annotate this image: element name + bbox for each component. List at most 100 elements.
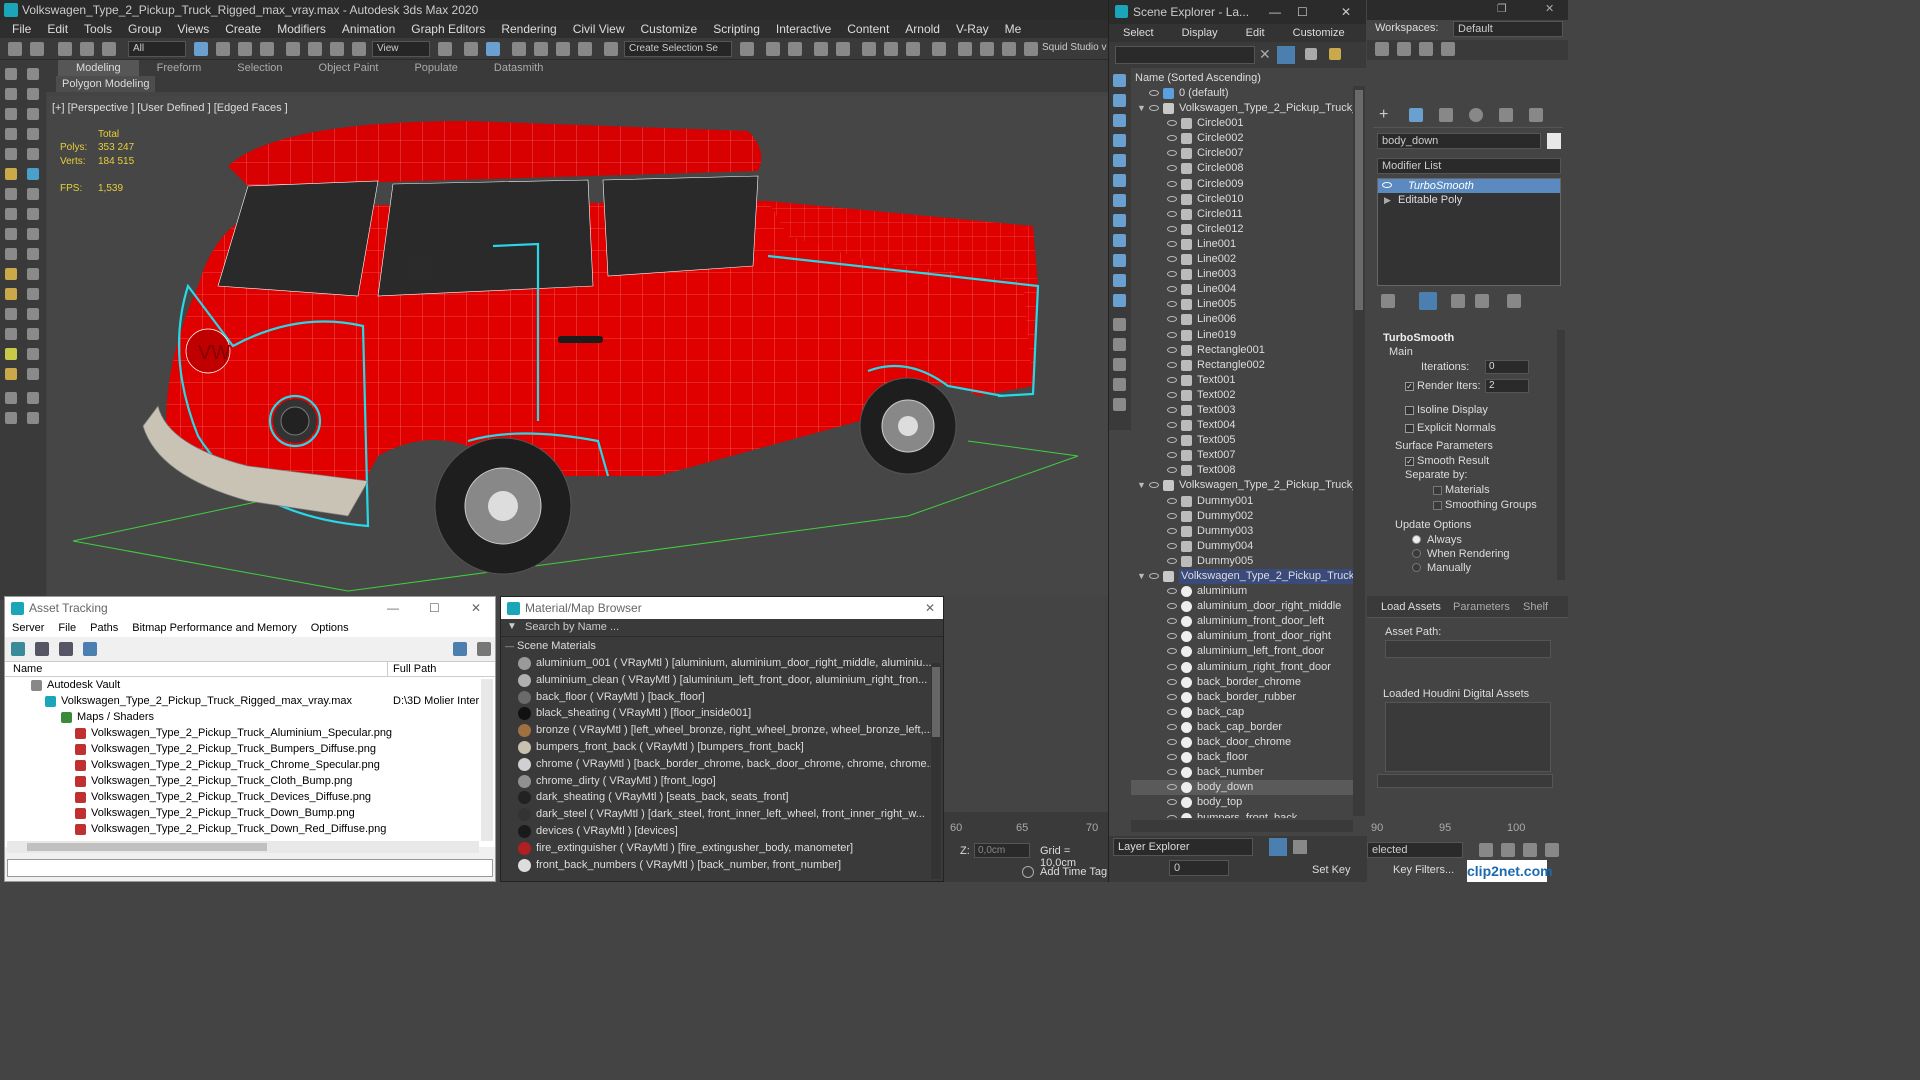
texture-file-row[interactable]: Volkswagen_Type_2_Pickup_Truck_Aluminium… [5,725,495,741]
scene-item-back-cap[interactable]: back_cap [1131,705,1353,720]
col-full-path[interactable]: Full Path [393,663,436,675]
layer-explorer-dropdown[interactable]: Layer Explorer [1113,838,1253,856]
clear-search-icon[interactable]: ✕ [1259,46,1271,63]
visibility-eye-icon[interactable] [1167,271,1177,278]
asset-menu-bitmap[interactable]: Bitmap Performance and Memory [125,619,303,637]
visibility-eye-icon[interactable] [1167,210,1177,217]
scene-item-dummy003[interactable]: Dummy003 [1131,524,1353,539]
scene-item-circle007[interactable]: Circle007 [1131,146,1353,161]
scene-item-circle002[interactable]: Circle002 [1131,131,1353,146]
render-iters-spinner[interactable]: 2 [1485,379,1529,393]
visibility-eye-icon[interactable] [1167,256,1177,263]
motion-tab-icon[interactable] [1469,108,1483,122]
scene-item-rectangle001[interactable]: Rectangle001 [1131,343,1353,358]
search-options-icon[interactable]: ▼ [507,621,517,632]
select-object-icon[interactable] [194,42,208,56]
scene-item-rectangle002[interactable]: Rectangle002 [1131,358,1353,373]
texture-file-row[interactable]: Volkswagen_Type_2_Pickup_Truck_Cloth_Bum… [5,773,495,789]
col-name[interactable]: Name [13,663,42,675]
pin-stack-icon[interactable] [1381,294,1395,308]
group-helpers-h[interactable]: ▼ Volkswagen_Type_2_Pickup_Truck_H [1131,478,1353,493]
visibility-eye-icon[interactable] [1167,406,1177,413]
explicit-normals-checkbox[interactable] [1405,424,1414,433]
scene-menu-select[interactable]: Select [1109,24,1168,42]
material-item[interactable]: dark_steel ( VRayMtl ) [dark_steel, fron… [501,806,943,823]
selection-filter-bottom-dropdown[interactable]: elected [1367,842,1463,858]
restore-icon[interactable]: ❐ [1497,2,1507,15]
modifier-list-dropdown[interactable]: Modifier List [1377,158,1561,174]
scene-item-text003[interactable]: Text003 [1131,403,1353,418]
scene-item-back-border-chrome[interactable]: back_border_chrome [1131,675,1353,690]
material-search-input[interactable]: Search by Name ... [525,621,619,633]
menu-interactive[interactable]: Interactive [768,20,839,38]
scene-hscrollbar[interactable] [1131,820,1353,832]
scene-item-circle011[interactable]: Circle011 [1131,207,1353,222]
hierarchy-view-icon[interactable] [1293,840,1307,854]
visibility-eye-icon[interactable] [1167,497,1177,504]
select-by-name-icon[interactable] [216,42,230,56]
visibility-eye-icon[interactable] [1167,467,1177,474]
asset-menu-file[interactable]: File [51,619,83,637]
material-item[interactable]: dark_sheating ( VRayMtl ) [seats_back, s… [501,789,943,806]
scene-item-line001[interactable]: Line001 [1131,237,1353,252]
material-item[interactable]: bumpers_front_back ( VRayMtl ) [bumpers_… [501,739,943,756]
texture-file-row[interactable]: Volkswagen_Type_2_Pickup_Truck_Bumpers_D… [5,741,495,757]
reference-coordinate-dropdown[interactable]: View [372,41,430,57]
rectangular-selection-icon[interactable] [238,42,252,56]
zoom-extents-icon[interactable] [1523,843,1537,857]
asset-hscroll[interactable] [7,841,479,853]
menu-tools[interactable]: Tools [76,20,120,38]
scene-materials-header[interactable]: — Scene Materials [501,637,943,655]
material-scrollbar[interactable] [931,663,941,879]
visibility-eye-icon[interactable] [1167,391,1177,398]
scene-item-line003[interactable]: Line003 [1131,267,1353,282]
ribbon-tab-object-paint[interactable]: Object Paint [301,60,397,76]
align-icon[interactable] [788,42,802,56]
visibility-eye-icon[interactable] [1167,361,1177,368]
remove-modifier-icon[interactable] [1475,294,1489,308]
visibility-eye-icon[interactable] [1167,240,1177,247]
expand-arrow-icon[interactable]: ▼ [1137,478,1146,493]
minimize-icon[interactable]: — [1269,0,1281,24]
vault-row[interactable]: Autodesk Vault [5,677,495,693]
material-item[interactable]: bronze ( VRayMtl ) [left_wheel_bronze, r… [501,722,943,739]
menu-edit[interactable]: Edit [39,20,76,38]
isoline-checkbox[interactable] [1405,406,1414,415]
scene-item-back-number[interactable]: back_number [1131,765,1353,780]
visibility-eye-icon[interactable] [1167,678,1177,685]
when-rendering-radio[interactable] [1412,549,1421,558]
menu-rendering[interactable]: Rendering [493,20,564,38]
create-tab-icon[interactable]: + [1379,106,1388,124]
percent-snap-icon[interactable] [556,42,570,56]
houdini-hscroll[interactable] [1377,774,1553,788]
scene-item-back-cap-border[interactable]: back_cap_border [1131,720,1353,735]
material-item[interactable]: black_sheating ( VRayMtl ) [floor_inside… [501,705,943,722]
smoothing-groups-checkbox[interactable] [1433,501,1442,510]
snaps-toggle-icon[interactable] [512,42,526,56]
texture-file-row[interactable]: Volkswagen_Type_2_Pickup_Truck_Chrome_Sp… [5,757,495,773]
move-icon[interactable] [286,42,300,56]
scene-item-text002[interactable]: Text002 [1131,388,1353,403]
ribbon-tab-selection[interactable]: Selection [219,60,300,76]
scene-item-text005[interactable]: Text005 [1131,433,1353,448]
scene-item-aluminium-door-right-middle[interactable]: aluminium_door_right_middle [1131,599,1353,614]
visibility-eye-icon[interactable] [1167,286,1177,293]
material-item[interactable]: aluminium_001 ( VRayMtl ) [aluminium, al… [501,655,943,672]
scene-item-aluminium-left-front-door[interactable]: aluminium_left_front_door [1131,644,1353,659]
cmd-scrollbar[interactable] [1557,330,1565,580]
tab-shelf[interactable]: Shelf [1523,601,1548,613]
max-file-row[interactable]: Volkswagen_Type_2_Pickup_Truck_Rigged_ma… [5,693,495,709]
visibility-eye-icon[interactable] [1167,527,1177,534]
scene-item-aluminium-right-front-door[interactable]: aluminium_right_front_door [1131,660,1353,675]
asset-path-input[interactable] [1385,640,1551,658]
visibility-eye-icon[interactable] [1167,708,1177,715]
menu-graph-editors[interactable]: Graph Editors [403,20,493,38]
expand-arrow-icon[interactable]: ▶ [1384,193,1391,207]
set-key-button[interactable]: Set Key [1312,864,1351,876]
scene-item-circle008[interactable]: Circle008 [1131,161,1353,176]
scene-item-circle009[interactable]: Circle009 [1131,177,1353,192]
toggle-layer-explorer-icon[interactable] [836,42,850,56]
stack-item-turbosmooth[interactable]: TurboSmooth [1378,179,1560,193]
zoom-all-icon[interactable] [1501,843,1515,857]
layer-props-icon[interactable] [1441,42,1455,56]
